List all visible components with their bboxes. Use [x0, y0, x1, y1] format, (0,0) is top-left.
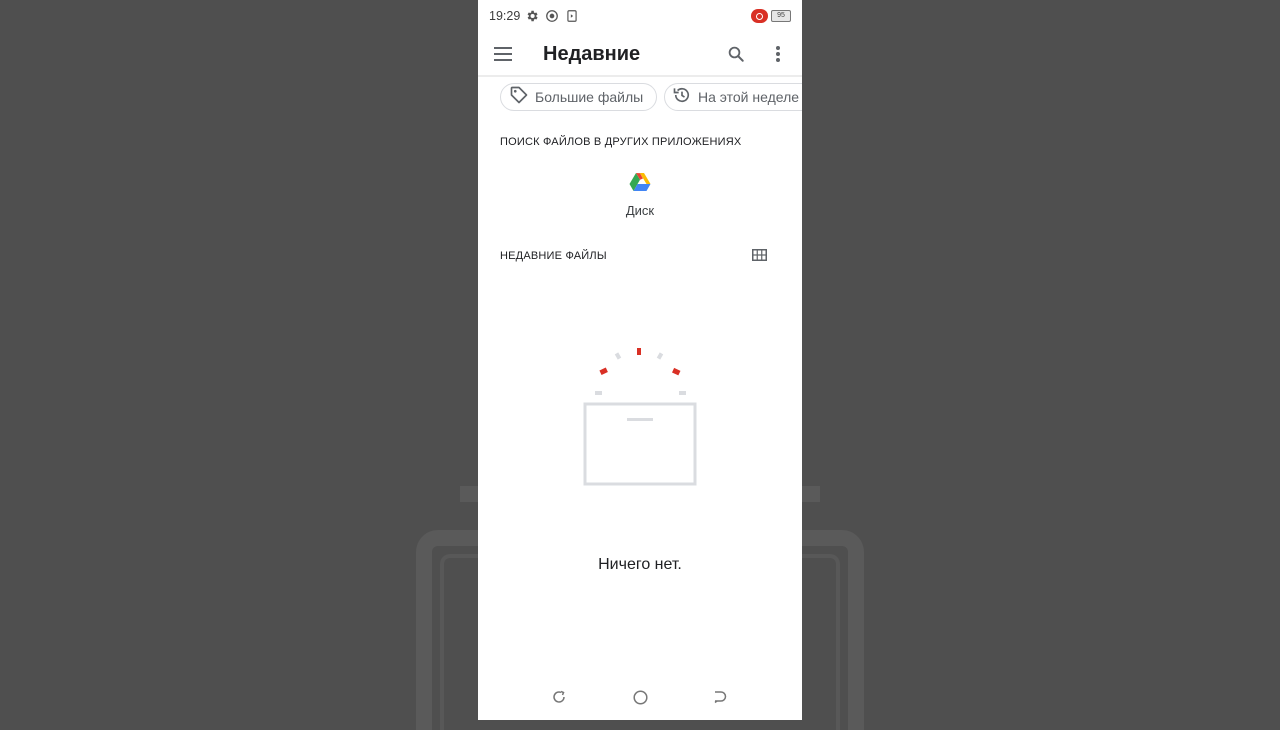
recent-files-header: НЕДАВНИЕ ФАЙЛЫ — [500, 250, 607, 262]
status-time: 19:29 — [489, 9, 521, 23]
chip-this-week[interactable]: На этой неделе — [664, 83, 802, 111]
back-icon[interactable] — [711, 688, 729, 706]
settings-icon — [525, 9, 539, 23]
home-icon[interactable] — [631, 688, 649, 706]
chip-large-files[interactable]: Большие файлы — [500, 83, 657, 111]
screen-record-icon — [545, 9, 559, 23]
grid-view-icon[interactable] — [750, 247, 768, 263]
empty-state-message: Ничего нет. — [598, 556, 682, 573]
empty-folder-illustration — [578, 343, 702, 494]
recording-badge-icon — [751, 9, 768, 23]
app-bar: Недавние — [478, 32, 802, 76]
nav-bar — [478, 684, 802, 714]
battery-icon: 95 — [771, 10, 791, 22]
other-apps-header: ПОИСК ФАЙЛОВ В ДРУГИХ ПРИЛОЖЕНИЯХ — [500, 136, 742, 148]
sim-icon — [565, 9, 579, 23]
menu-icon[interactable] — [491, 42, 515, 66]
status-bar: 19:29 95 — [478, 0, 802, 32]
chip-label: Большие файлы — [535, 89, 644, 105]
more-vert-icon[interactable] — [768, 42, 788, 66]
history-icon — [672, 85, 692, 110]
search-icon[interactable] — [724, 42, 748, 66]
chip-label: На этой неделе — [698, 89, 800, 105]
drive-app-button[interactable]: Диск — [598, 172, 682, 218]
recents-icon[interactable] — [550, 688, 568, 706]
drive-app-label: Диск — [625, 203, 655, 218]
app-bar-divider — [478, 75, 802, 77]
page-title: Недавние — [543, 43, 641, 65]
tag-icon — [509, 85, 529, 110]
phone-screen: 19:29 95 Недавние Большие файлы На этой … — [478, 0, 802, 720]
google-drive-icon — [629, 173, 651, 196]
